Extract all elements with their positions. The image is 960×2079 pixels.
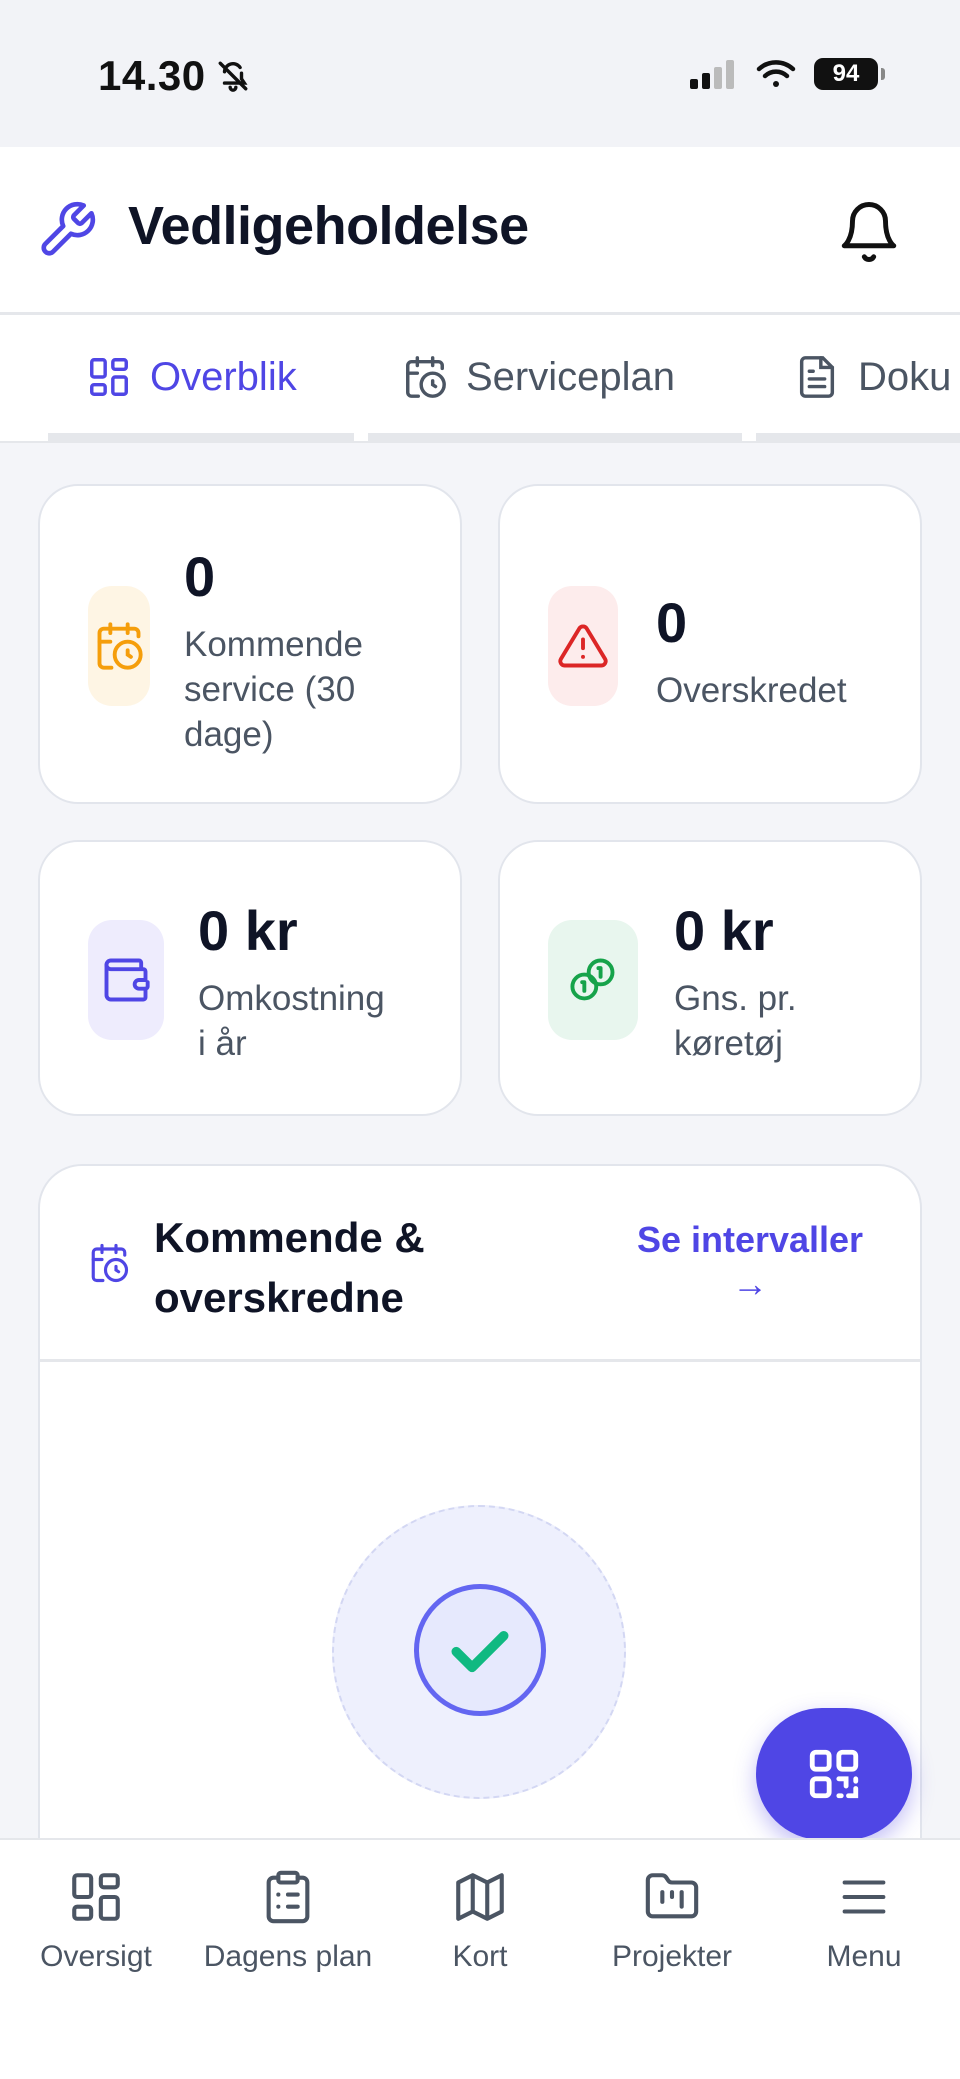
stat-icon-bg [548,586,618,706]
coins-icon [570,958,615,1001]
battery-icon: 94 [814,58,885,90]
nav-kort[interactable]: Kort [384,1868,576,1974]
tab-dokumenter[interactable]: Doku [794,315,951,439]
stat-value: 0 [184,545,216,608]
arrow-right-icon: → [732,1263,768,1304]
stat-card-upcoming[interactable]: 0 Kommende service (30 dage) [38,484,462,804]
stat-label: Omkostning i år [198,976,385,1066]
link-label: Se intervaller [636,1219,864,1260]
nav-label: Oversigt [40,1940,152,1973]
warning-triangle-icon [558,624,608,668]
stat-icon-bg [88,586,150,706]
clipboard-list-icon [266,1870,310,1924]
stat-label: Overskredet [656,671,847,710]
stat-label: Kommende service (30 dage) [184,622,363,757]
wrench-icon [41,201,96,256]
status-time: 14.30 [98,52,206,99]
stat-label-line: service (30 [184,670,356,709]
bell-muted-icon [218,61,248,92]
wallet-icon [104,958,150,1002]
nav-oversigt[interactable]: Oversigt [0,1868,192,1974]
stat-icon-bg [548,920,638,1040]
stat-label-line: Kommende [184,625,363,664]
calendar-clock-icon [91,1243,129,1283]
notification-bell-icon[interactable] [836,199,902,265]
page-title: Vedligeholdelse [128,196,529,256]
tab-bar: Overblik Serviceplan Doku [0,315,960,443]
bottom-navigation: Oversigt Dagens plan Kort Projekter Menu [0,1838,960,2079]
stat-label: Gns. pr. køretøj [674,976,797,1066]
qr-code-icon [809,1749,859,1799]
document-icon [799,356,835,398]
stat-value: 0 [656,591,688,654]
tab-indicator [48,433,354,441]
battery-level: 94 [832,60,860,87]
check-circle-icon [414,1584,546,1716]
calendar-clock-icon [406,356,446,398]
calendar-clock-icon [97,622,143,670]
tab-label: Overblik [150,354,297,399]
nav-label: Dagens plan [203,1940,373,1973]
status-time-wrap: 14.30 [98,52,250,100]
grid-icon [90,358,128,396]
status-bar: 14.30 94 [0,0,960,147]
section-title: Kommende & overskredne [154,1208,494,1328]
stat-label-line: Omkostning [198,979,385,1018]
tab-indicator [368,433,742,441]
wifi-icon [756,60,796,87]
tab-overblik[interactable]: Overblik [86,315,297,439]
stat-value: 0 kr [674,899,774,962]
signal-icon [690,60,734,89]
stat-label-line: dage) [184,715,274,754]
nav-projekter[interactable]: Projekter [576,1868,768,1974]
stat-card-overdue[interactable]: 0 Overskredet [498,484,922,804]
stat-icon-bg [88,920,164,1040]
tab-label: Serviceplan [466,354,676,399]
section-header: Kommende & overskredne Se intervaller → [40,1166,920,1362]
map-icon [456,1873,504,1921]
stat-label-line: i år [198,1024,247,1063]
tab-indicator [756,433,960,441]
see-intervals-link[interactable]: Se intervaller → [630,1218,870,1306]
qr-scan-button[interactable] [756,1708,912,1840]
nav-label: Projekter [611,1940,733,1973]
tab-serviceplan[interactable]: Serviceplan [402,315,675,439]
stat-label-line: Gns. pr. [674,979,797,1018]
folder-kanban-icon [645,1873,699,1919]
nav-label: Menu [826,1940,902,1973]
nav-menu[interactable]: Menu [768,1868,960,1974]
stat-label-line: køretøj [674,1024,783,1063]
nav-label: Kort [452,1940,508,1973]
status-indicators: 94 [690,58,885,90]
stat-card-average[interactable]: 0 kr Gns. pr. køretøj [498,840,922,1116]
stat-value: 0 kr [198,899,298,962]
app-header: Vedligeholdelse [0,147,960,315]
hamburger-menu-icon [842,1880,886,1914]
section-title-line: overskredne [154,1274,404,1321]
grid-icon [72,1873,120,1921]
stat-card-cost[interactable]: 0 kr Omkostning i år [38,840,462,1116]
nav-dagens-plan[interactable]: Dagens plan [192,1868,384,1974]
section-title-line: Kommende & [154,1214,425,1261]
tab-label: Doku [858,354,952,399]
